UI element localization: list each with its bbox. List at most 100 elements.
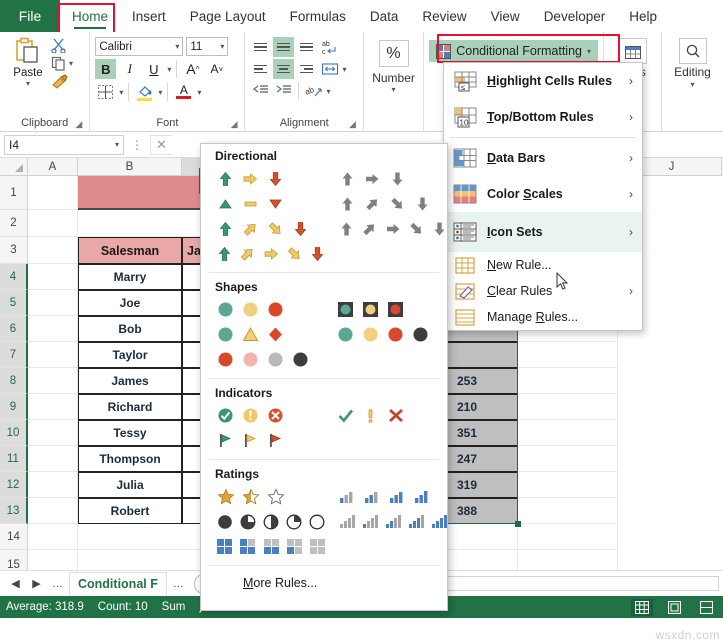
name-box-caret-icon[interactable]: ▾ xyxy=(115,140,119,149)
iconset-5-quarters[interactable] xyxy=(213,509,329,534)
row-header-3[interactable]: 3 xyxy=(0,237,28,264)
borders-button[interactable] xyxy=(95,82,116,102)
menu-item-new-rule[interactable]: New Rule... xyxy=(444,252,642,278)
cell-a9[interactable] xyxy=(28,394,78,420)
iconset-3-arrows-gray[interactable] xyxy=(335,166,451,191)
cell-salesman[interactable]: Tessy xyxy=(78,420,182,446)
merge-center-button[interactable] xyxy=(319,59,340,79)
cell-a14[interactable] xyxy=(28,524,78,550)
merge-caret-icon[interactable]: ▾ xyxy=(342,65,346,74)
cell-j13[interactable] xyxy=(518,498,618,524)
align-middle-button[interactable] xyxy=(273,37,295,57)
font-dialog-launcher-icon[interactable]: ◢ xyxy=(231,119,238,130)
row-header-2[interactable]: 2 xyxy=(0,210,28,237)
row-header-5[interactable]: 5 xyxy=(0,290,28,316)
align-top-button[interactable] xyxy=(250,37,271,57)
cell-a1[interactable] xyxy=(28,176,78,210)
copy-button[interactable]: ▾ xyxy=(51,56,73,71)
iconset-3-triangles[interactable] xyxy=(213,191,329,216)
iconset-4-traffic-lights-black[interactable] xyxy=(333,322,447,347)
tab-page-layout[interactable]: Page Layout xyxy=(178,0,278,32)
iconset-3-stars[interactable] xyxy=(213,484,329,509)
cell-salesman[interactable]: Marry xyxy=(78,264,182,290)
row-header-14[interactable]: 14 xyxy=(0,524,28,550)
iconset-3-symbols-circled[interactable] xyxy=(213,403,327,428)
tab-help[interactable]: Help xyxy=(617,0,669,32)
font-name-combo[interactable]: Calibri ▾ xyxy=(95,37,184,56)
conditional-formatting-button[interactable]: Conditional Formatting ▾ xyxy=(429,40,598,62)
percent-style-button[interactable]: % xyxy=(378,40,409,67)
underline-caret-icon[interactable]: ▾ xyxy=(167,65,171,74)
iconset-3-signs[interactable] xyxy=(213,322,327,347)
menu-item-manage-rules[interactable]: Manage Rules... xyxy=(444,304,642,330)
paste-caret-icon[interactable]: ▾ xyxy=(26,79,30,88)
cell-a4[interactable] xyxy=(28,264,78,290)
iconset-3-symbols-uncircled[interactable] xyxy=(333,403,447,428)
row-header-7[interactable]: 7 xyxy=(0,342,28,368)
menu-item-icon-sets[interactable]: Icon Sets › xyxy=(444,212,642,252)
cell-a8[interactable] xyxy=(28,368,78,394)
tab-formulas[interactable]: Formulas xyxy=(278,0,358,32)
cell-j14[interactable] xyxy=(518,524,618,550)
conditional-formatting-caret-icon[interactable]: ▾ xyxy=(587,47,591,56)
orientation-button[interactable]: ab xyxy=(303,81,324,101)
column-header-a[interactable]: A xyxy=(28,158,78,176)
header-salesman[interactable]: Salesman xyxy=(78,237,182,264)
iconset-3-traffic-lights-unrimmed[interactable] xyxy=(213,297,327,322)
cell-a3[interactable] xyxy=(28,237,78,264)
column-header-b[interactable]: B xyxy=(78,158,182,176)
grow-font-button[interactable]: A ^ xyxy=(182,59,203,79)
menu-item-top-bottom-rules[interactable]: 10 Top/Bottom Rules › xyxy=(444,99,642,135)
alignment-dialog-launcher-icon[interactable]: ◢ xyxy=(349,119,356,130)
menu-item-color-scales[interactable]: Color Scales › xyxy=(444,176,642,212)
shrink-font-button[interactable]: A ˅ xyxy=(206,59,227,79)
cell-a5[interactable] xyxy=(28,290,78,316)
editing-button[interactable]: Editing ▾ xyxy=(667,38,719,89)
cell-salesman[interactable]: James xyxy=(78,368,182,394)
page-layout-view-button[interactable] xyxy=(663,599,685,616)
align-center-button[interactable] xyxy=(273,59,295,79)
iconset-3-traffic-lights-rimmed[interactable] xyxy=(333,297,447,322)
iconset-5-arrows-gray[interactable] xyxy=(335,216,451,241)
tab-home[interactable]: Home xyxy=(60,0,120,32)
font-color-caret-icon[interactable]: ▾ xyxy=(197,88,201,97)
cell-salesman[interactable]: Bob xyxy=(78,316,182,342)
cell-salesman[interactable]: Richard xyxy=(78,394,182,420)
row-header-4[interactable]: 4 xyxy=(0,264,28,290)
editing-caret-icon[interactable]: ▾ xyxy=(690,80,694,89)
row-header-9[interactable]: 9 xyxy=(0,394,28,420)
format-painter-button[interactable] xyxy=(51,74,73,89)
iconset-4-ratings-bars[interactable] xyxy=(335,484,451,509)
cell-j15[interactable] xyxy=(518,550,618,570)
cell-a13[interactable] xyxy=(28,498,78,524)
cell-a7[interactable] xyxy=(28,342,78,368)
menu-item-data-bars[interactable]: Data Bars › xyxy=(444,140,642,176)
name-box[interactable]: I4 ▾ xyxy=(4,134,124,155)
iconset-3-flags[interactable] xyxy=(213,428,327,453)
cell-salesman[interactable]: Thompson xyxy=(78,446,182,472)
row-header-11[interactable]: 11 xyxy=(0,446,28,472)
prev-sheet-button[interactable]: ◀ xyxy=(6,574,25,593)
cell-a2[interactable] xyxy=(28,210,78,237)
number-caret-icon[interactable]: ▾ xyxy=(392,85,396,94)
iconset-3-arrows-colored[interactable] xyxy=(213,166,329,191)
row-header-1[interactable]: 1 xyxy=(0,176,28,210)
cell-j12[interactable] xyxy=(518,472,618,498)
tab-insert[interactable]: Insert xyxy=(120,0,178,32)
tab-developer[interactable]: Developer xyxy=(532,0,618,32)
cancel-formula-button[interactable]: ✕ xyxy=(150,134,172,155)
fill-color-button[interactable] xyxy=(134,82,155,102)
more-rules-button[interactable]: More Rules... xyxy=(201,568,447,598)
sheet-tab-active[interactable]: Conditional F xyxy=(69,571,167,596)
cell-a15[interactable] xyxy=(28,550,78,570)
next-sheet-button[interactable]: ▶ xyxy=(27,574,46,593)
italic-button[interactable]: I xyxy=(119,59,140,79)
fill-color-caret-icon[interactable]: ▾ xyxy=(158,88,162,97)
cell-salesman[interactable]: Joe xyxy=(78,290,182,316)
page-break-view-button[interactable] xyxy=(695,599,717,616)
cell-j7[interactable] xyxy=(518,342,618,368)
paste-button[interactable]: Paste ▾ xyxy=(5,35,51,88)
normal-view-button[interactable] xyxy=(631,598,653,616)
cell-salesman[interactable]: Julia xyxy=(78,472,182,498)
iconset-4-traffic-lights-red-to-black[interactable] xyxy=(213,347,327,372)
